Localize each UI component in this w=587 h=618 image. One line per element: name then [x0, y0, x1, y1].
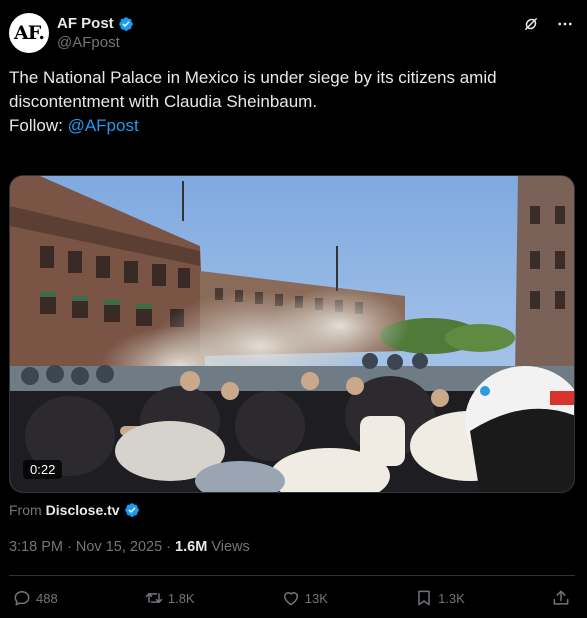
verified-badge-icon	[118, 16, 133, 31]
repost-count: 1.8K	[167, 590, 195, 606]
tweet-text: The National Palace in Mexico is under s…	[9, 66, 574, 138]
avatar[interactable]: AF.	[9, 13, 49, 53]
repost-icon	[145, 593, 163, 603]
repost-button[interactable]: 1.8K	[144, 588, 195, 608]
source-link[interactable]: Disclose.tv	[46, 502, 120, 518]
tweet-date[interactable]: Nov 15, 2025	[76, 539, 162, 555]
reply-count: 488	[36, 590, 58, 606]
reply-icon	[14, 591, 30, 606]
more-icon[interactable]	[555, 14, 575, 34]
divider	[9, 575, 575, 576]
source-prefix: From	[9, 502, 42, 518]
video-player[interactable]: 0:22	[9, 175, 575, 493]
tweet-meta: 3:18 PM · Nov 15, 2025 · 1.6M Views	[9, 539, 250, 555]
handle[interactable]: @AFpost	[57, 34, 134, 51]
name-row: AF Post	[57, 15, 134, 32]
tweet-time[interactable]: 3:18 PM	[9, 539, 63, 555]
tweet-header: AF. AF Post @AFpost	[9, 12, 575, 54]
video-frame	[10, 176, 574, 492]
tweet-body: The National Palace in Mexico is under s…	[9, 68, 497, 111]
grok-icon[interactable]	[521, 14, 541, 34]
meta-separator: ·	[162, 539, 176, 555]
bookmark-button[interactable]: 1.3K	[414, 588, 465, 608]
views-count: 1.6M	[175, 539, 208, 555]
heart-icon	[283, 592, 298, 606]
reply-button[interactable]: 488	[12, 588, 58, 608]
share-icon	[553, 590, 569, 605]
mention-link[interactable]: @AFpost	[68, 116, 139, 135]
share-button[interactable]	[551, 588, 571, 608]
action-bar: 488 1.8K 13K 1.3K	[12, 586, 571, 610]
video-duration: 0:22	[23, 460, 63, 479]
like-button[interactable]: 13K	[281, 588, 328, 608]
like-count: 13K	[304, 590, 328, 606]
bookmark-icon	[418, 590, 430, 606]
meta-separator: ·	[63, 539, 76, 555]
source-attribution: From Disclose.tv	[9, 502, 140, 518]
author-info: AF Post @AFpost	[57, 15, 134, 51]
display-name[interactable]: AF Post	[57, 15, 114, 32]
verified-badge-icon	[124, 503, 139, 517]
follow-line: Follow: @AFpost	[9, 114, 574, 138]
bookmark-count: 1.3K	[438, 590, 465, 606]
follow-prefix: Follow:	[9, 116, 68, 135]
header-actions	[521, 14, 575, 34]
views-label: Views	[211, 539, 250, 555]
